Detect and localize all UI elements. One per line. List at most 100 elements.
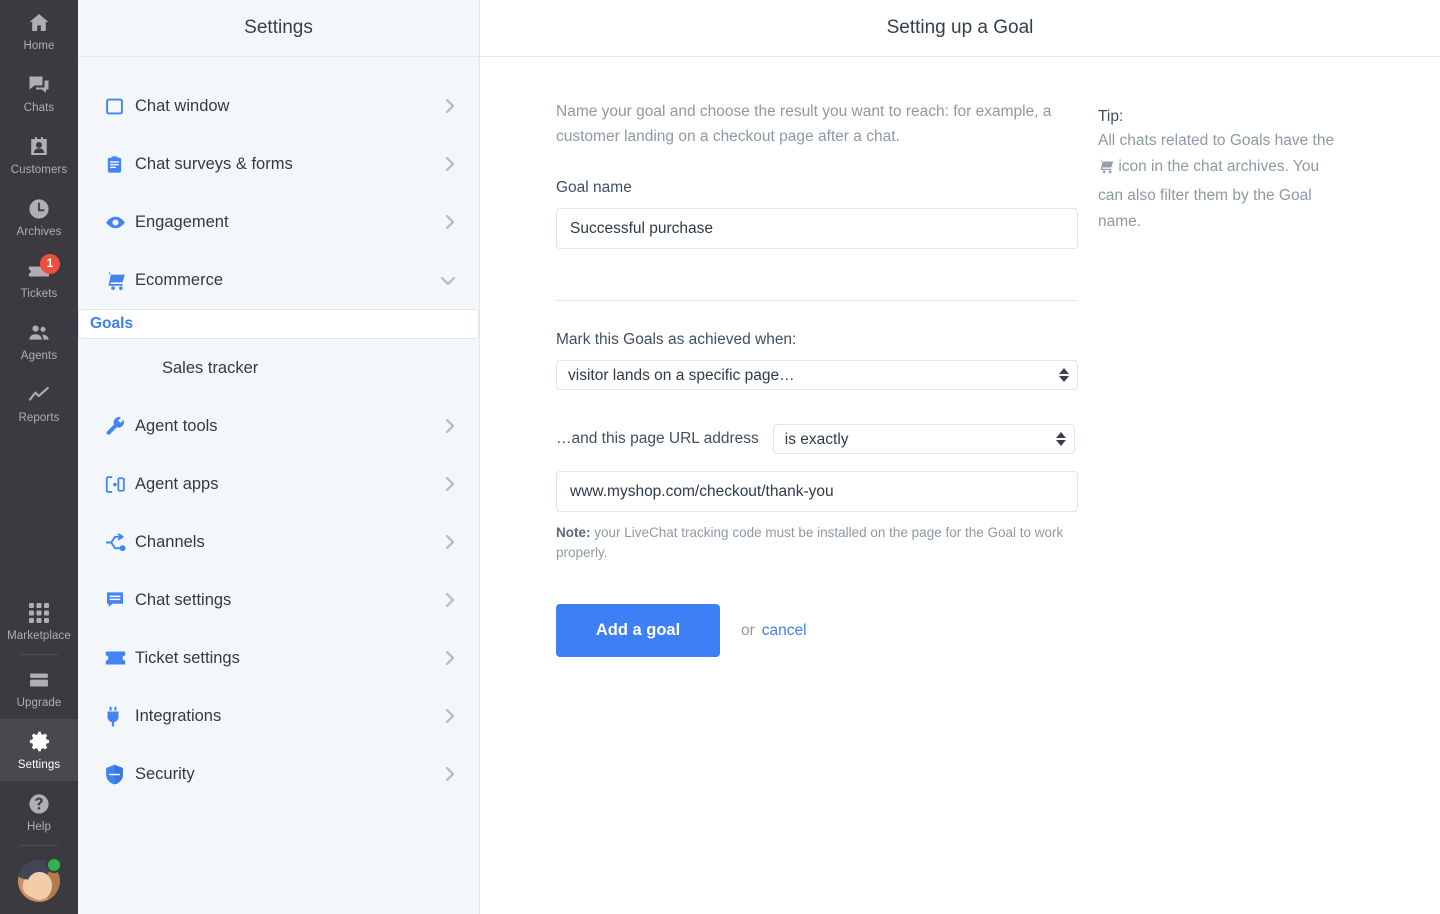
rail-label: Chats — [23, 101, 55, 114]
sidebar-item-ecommerce[interactable]: Ecommerce — [78, 251, 479, 309]
sidebar-item-label: Channels — [135, 532, 205, 551]
chevron-right-icon — [444, 417, 457, 435]
rail-item-home[interactable]: Home — [0, 0, 78, 62]
shield-icon — [105, 764, 135, 785]
sidebar-item-channels[interactable]: Channels — [78, 513, 479, 571]
sidebar-item-sales-tracker[interactable]: Sales tracker — [78, 339, 479, 397]
chevron-right-icon — [444, 707, 457, 725]
main-header: Setting up a Goal — [480, 0, 1440, 57]
chevron-right-icon — [444, 765, 457, 783]
rail-divider — [20, 845, 58, 846]
message-icon — [105, 590, 135, 610]
rail-item-tickets[interactable]: 1 Tickets — [0, 248, 78, 310]
sidebar-item-label: Chat settings — [135, 590, 232, 609]
tip-title: Tip: — [1098, 108, 1124, 125]
agents-icon — [27, 320, 51, 346]
url-match-select-wrap: is exactly — [772, 424, 1075, 454]
url-match-row: …and this page URL address is exactly — [556, 424, 1080, 454]
sidebar-item-agent-tools[interactable]: Agent tools — [78, 397, 479, 455]
customers-icon — [27, 134, 51, 160]
sidebar-item-label: Chat window — [135, 96, 230, 115]
chevron-right-icon — [444, 649, 457, 667]
apps-icon — [105, 475, 135, 494]
wrench-icon — [105, 416, 135, 436]
url-match-select[interactable]: is exactly — [772, 424, 1075, 454]
rail-divider — [20, 654, 58, 655]
sidebar-item-security[interactable]: Security — [78, 745, 479, 803]
rail-label: Reports — [18, 411, 60, 424]
sidebar-item-label: Security — [135, 764, 195, 783]
sidebar-item-label: Integrations — [135, 706, 222, 725]
gear-icon — [27, 729, 52, 755]
archives-icon — [27, 196, 51, 222]
rail-label: Marketplace — [7, 629, 71, 642]
rail-item-upgrade[interactable]: Upgrade — [0, 657, 78, 719]
rail-item-reports[interactable]: Reports — [0, 372, 78, 434]
rail-item-agents[interactable]: Agents — [0, 310, 78, 372]
sidebar-item-label: Ecommerce — [135, 270, 224, 289]
help-icon — [27, 791, 51, 817]
sidebar-item-chat-window[interactable]: Chat window — [78, 77, 479, 135]
tip-line-1: All chats related to Goals have the — [1098, 132, 1335, 149]
note-prefix: Note: — [556, 525, 591, 540]
chevron-right-icon — [444, 533, 457, 551]
settings-header: Settings — [78, 0, 479, 57]
rail-item-marketplace[interactable]: Marketplace — [0, 590, 78, 652]
marketplace-icon — [28, 600, 50, 626]
plug-icon — [105, 706, 135, 727]
tickets-badge: 1 — [40, 254, 60, 274]
chevron-right-icon — [444, 213, 457, 231]
chevron-right-icon — [444, 155, 457, 173]
achieved-when-select-wrap: visitor lands on a specific page… — [556, 360, 1078, 390]
main-body: Name your goal and choose the result you… — [480, 57, 1440, 914]
or-label: or — [741, 621, 755, 639]
rail-item-chats[interactable]: Chats — [0, 62, 78, 124]
cancel-link[interactable]: cancel — [762, 622, 807, 640]
reports-icon — [27, 382, 51, 408]
app-root: Home Chats Customers Archives 1 Tickets … — [0, 0, 1440, 914]
goal-name-input[interactable] — [556, 208, 1078, 249]
primary-nav-rail: Home Chats Customers Archives 1 Tickets … — [0, 0, 78, 914]
rail-label: Agents — [20, 349, 58, 362]
tip-panel: Tip: All chats related to Goals have the… — [1080, 99, 1440, 914]
rail-label: Archives — [16, 225, 62, 238]
avatar-face — [27, 872, 52, 900]
channels-icon — [105, 532, 135, 552]
sidebar-item-ticket-settings[interactable]: Ticket settings — [78, 629, 479, 687]
main-panel: Setting up a Goal Name your goal and cho… — [480, 0, 1440, 914]
sidebar-item-label: Chat surveys & forms — [135, 154, 293, 173]
status-badge — [46, 857, 62, 873]
page-title: Settings — [244, 17, 313, 38]
chats-icon — [27, 72, 51, 98]
note-text: your LiveChat tracking code must be inst… — [556, 525, 1064, 560]
sidebar-item-agent-apps[interactable]: Agent apps — [78, 455, 479, 513]
add-goal-button[interactable]: Add a goal — [556, 604, 720, 657]
clipboard-icon — [105, 155, 135, 174]
main-title: Setting up a Goal — [886, 17, 1034, 38]
rail-item-customers[interactable]: Customers — [0, 124, 78, 186]
sidebar-item-chat-settings[interactable]: Chat settings — [78, 571, 479, 629]
achieved-when-label: Mark this Goals as achieved when: — [556, 331, 797, 348]
rail-top-group: Home Chats Customers Archives 1 Tickets … — [0, 0, 78, 434]
chevron-right-icon — [444, 475, 457, 493]
tracking-note: Note: your LiveChat tracking code must b… — [556, 523, 1078, 563]
chevron-right-icon — [444, 97, 457, 115]
goal-name-label: Goal name — [556, 179, 632, 196]
tip-body: All chats related to Goals have the icon… — [1098, 128, 1346, 235]
rail-item-settings[interactable]: Settings — [0, 719, 78, 781]
rail-bottom-group: Marketplace Upgrade Settings Help — [0, 590, 78, 914]
achieved-when-select[interactable]: visitor lands on a specific page… — [556, 360, 1078, 390]
sidebar-item-label: Agent tools — [135, 416, 218, 435]
sidebar-item-chat-surveys-forms[interactable]: Chat surveys & forms — [78, 135, 479, 193]
rail-label: Settings — [17, 758, 61, 771]
rail-item-help[interactable]: Help — [0, 781, 78, 843]
rail-item-archives[interactable]: Archives — [0, 186, 78, 248]
sidebar-item-engagement[interactable]: Engagement — [78, 193, 479, 251]
chevron-down-icon — [439, 274, 457, 287]
sidebar-item-integrations[interactable]: Integrations — [78, 687, 479, 745]
url-input[interactable] — [556, 471, 1078, 512]
sidebar-item-goals[interactable]: Goals — [78, 309, 479, 339]
cart-icon — [105, 270, 135, 291]
avatar-container[interactable] — [0, 848, 78, 914]
rail-label: Home — [23, 39, 55, 52]
